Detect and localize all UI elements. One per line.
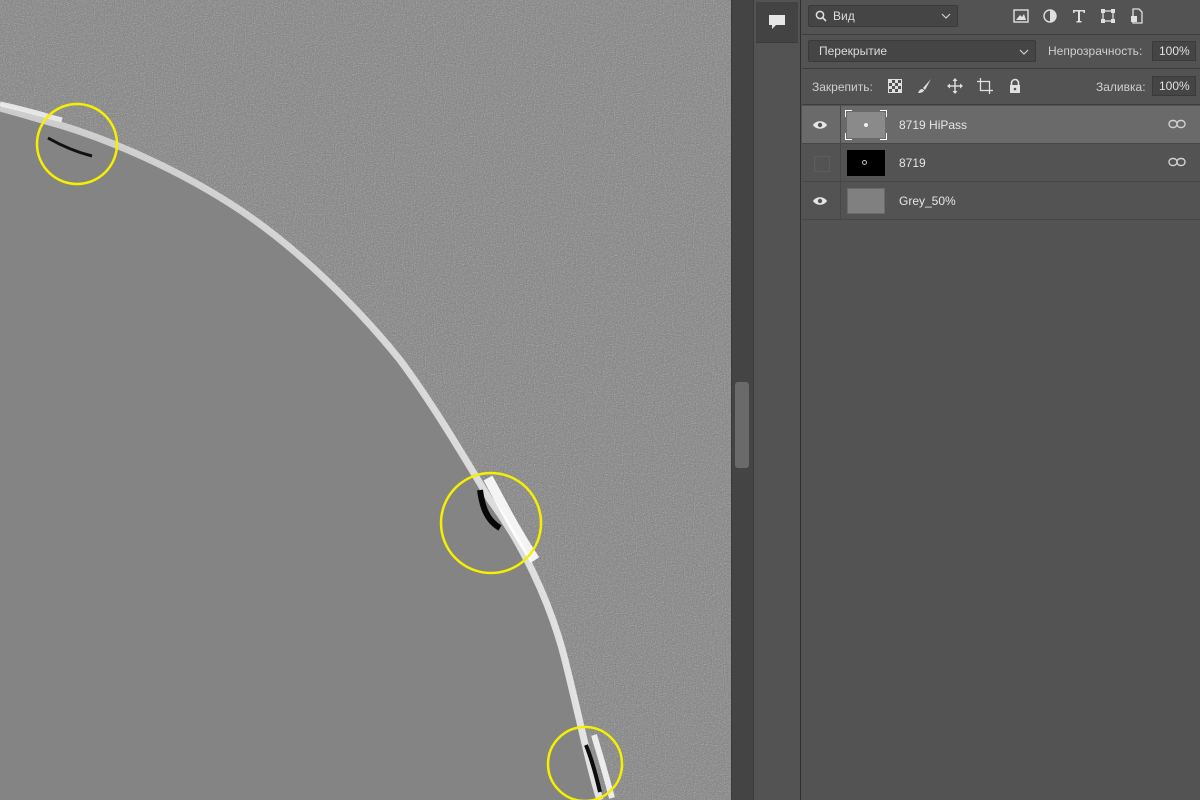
blend-mode-select[interactable]: Перекрытие xyxy=(808,40,1036,62)
row-separator xyxy=(840,106,841,144)
panel-divider xyxy=(802,34,1200,35)
layer-filter-select[interactable]: Вид xyxy=(808,5,958,27)
layer-thumbnail-image xyxy=(847,150,885,176)
layer-name[interactable]: Grey_50% xyxy=(899,194,956,208)
adjustment-layer-filter-icon[interactable] xyxy=(1041,7,1059,25)
scrollbar-thumb[interactable] xyxy=(735,382,749,468)
layers-list: 8719 HiPass 8719 Grey_50% xyxy=(802,106,1200,220)
link-icon[interactable] xyxy=(1168,156,1186,168)
blend-mode-value: Перекрытие xyxy=(819,44,888,58)
lock-icons xyxy=(886,77,1024,95)
smart-object-filter-icon[interactable] xyxy=(1128,7,1146,25)
layer-row[interactable]: 8719 xyxy=(802,144,1200,182)
panel-divider xyxy=(802,68,1200,69)
lock-image-pixels-icon[interactable] xyxy=(916,77,934,95)
layer-thumbnail[interactable] xyxy=(844,108,888,142)
visibility-eye-icon[interactable] xyxy=(812,193,828,209)
lock-all-icon[interactable] xyxy=(1006,77,1024,95)
layer-thumbnail[interactable] xyxy=(844,184,888,218)
chevron-down-icon xyxy=(1019,49,1029,55)
fill-label: Заливка: xyxy=(1096,80,1146,94)
hipass-image xyxy=(0,0,731,800)
visibility-eye-icon[interactable] xyxy=(812,117,828,133)
layers-panel: Вид Перекрытие Непрозрачность: 100% Закр… xyxy=(802,0,1200,800)
comments-panel-button[interactable] xyxy=(756,2,798,43)
layer-name[interactable]: 8719 HiPass xyxy=(899,118,967,132)
opacity-label: Непрозрачность: xyxy=(1048,44,1143,58)
layer-filter-icons xyxy=(1012,7,1146,25)
shape-layer-filter-icon[interactable] xyxy=(1099,7,1117,25)
link-icon[interactable] xyxy=(1168,118,1186,130)
type-layer-filter-icon[interactable] xyxy=(1070,7,1088,25)
lock-label: Закрепить: xyxy=(812,80,873,94)
speech-bubble-icon xyxy=(769,15,785,29)
pixel-layer-filter-icon[interactable] xyxy=(1012,7,1030,25)
lock-artboard-icon[interactable] xyxy=(976,77,994,95)
layer-filter-label: Вид xyxy=(833,9,855,23)
dark-artifact-1 xyxy=(47,136,93,158)
blend-opacity-row: Перекрытие Непрозрачность: 100% xyxy=(802,38,1200,66)
lock-fill-row: Закрепить: Заливка: 100% xyxy=(802,70,1200,102)
chevron-down-icon xyxy=(941,13,951,19)
lock-transparent-pixels-icon[interactable] xyxy=(886,77,904,95)
row-separator xyxy=(840,144,841,182)
panel-divider xyxy=(802,104,1200,105)
row-separator xyxy=(840,182,841,220)
layer-thumbnail[interactable] xyxy=(844,146,888,180)
document-canvas[interactable] xyxy=(0,0,731,800)
fill-input[interactable]: 100% xyxy=(1152,76,1196,96)
layer-row[interactable]: Grey_50% xyxy=(802,182,1200,220)
visibility-toggle-off[interactable] xyxy=(814,156,830,172)
panel-dock-strip xyxy=(753,0,801,800)
lock-position-icon[interactable] xyxy=(946,77,964,95)
search-icon xyxy=(815,10,827,22)
canvas-vertical-scrollbar[interactable] xyxy=(731,0,753,800)
layer-filter-row: Вид xyxy=(802,0,1200,34)
layer-row[interactable]: 8719 HiPass xyxy=(802,106,1200,144)
opacity-input[interactable]: 100% xyxy=(1152,41,1196,61)
layer-thumbnail-image xyxy=(847,188,885,214)
layer-name[interactable]: 8719 xyxy=(899,156,926,170)
